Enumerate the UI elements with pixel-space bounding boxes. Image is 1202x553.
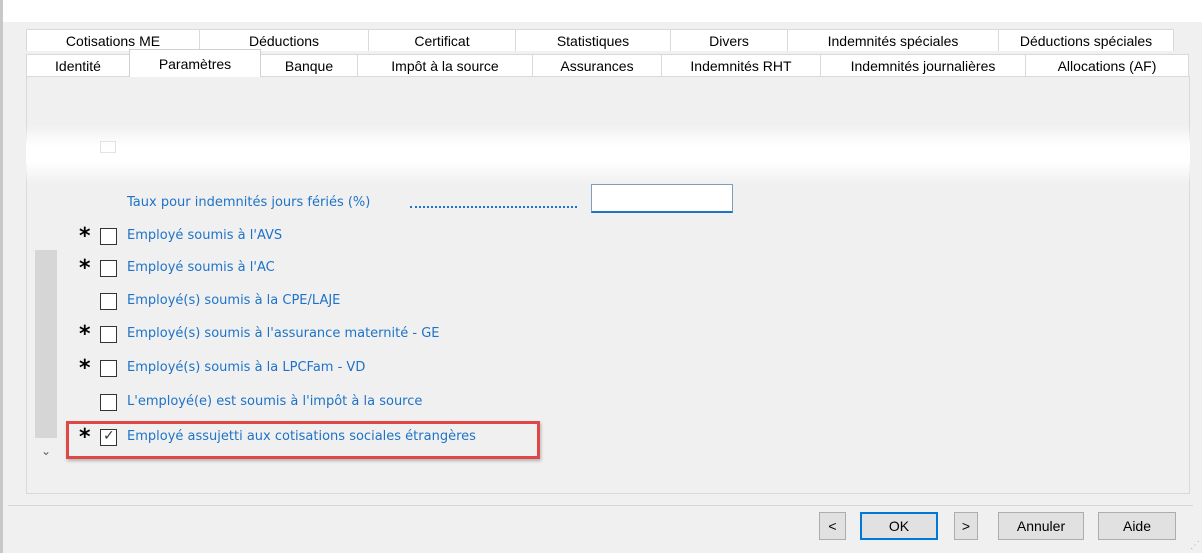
option-label: Employé soumis à l'AVS <box>127 228 283 243</box>
tab-banque[interactable]: Banque <box>260 54 358 76</box>
fade-overlay <box>26 125 1190 185</box>
tab-allocations-af[interactable]: Allocations (AF) <box>1025 54 1189 76</box>
tab-certificat[interactable]: Certificat <box>368 29 516 51</box>
highlight-box <box>66 421 540 459</box>
footer-divider <box>8 505 1193 506</box>
tab-cotisations-me[interactable]: Cotisations ME <box>26 29 200 51</box>
tab-divers[interactable]: Divers <box>670 29 788 51</box>
tab-identite[interactable]: Identité <box>26 54 130 76</box>
required-marker: * <box>79 322 91 347</box>
tab-row-front: Identité Paramètres Banque Impôt à la so… <box>26 49 1189 77</box>
tab-indemnites-journalieres[interactable]: Indemnités journalières <box>820 54 1026 76</box>
resize-grip-icon[interactable]: ⋰ <box>1190 540 1200 551</box>
impot-source-checkbox[interactable] <box>100 394 117 411</box>
holiday-rate-input[interactable] <box>591 184 733 213</box>
tab-indemnites-speciales[interactable]: Indemnités spéciales <box>787 29 999 51</box>
option-maternite-ge[interactable]: * Employé(s) soumis à l'assurance matern… <box>79 323 639 347</box>
faded-checkbox <box>100 141 116 153</box>
option-lpcfam-vd[interactable]: * Employé(s) soumis à la LPCFam - VD <box>79 357 639 381</box>
tab-indemnites-rht[interactable]: Indemnités RHT <box>661 54 821 76</box>
option-cpe-laje[interactable]: Employé(s) soumis à la CPE/LAJE <box>79 290 639 314</box>
tab-statistiques[interactable]: Statistiques <box>515 29 671 51</box>
title-strip <box>0 0 1202 22</box>
help-button[interactable]: Aide <box>1098 512 1176 540</box>
option-label: L'employé(e) est soumis à l'impôt à la s… <box>127 394 423 409</box>
dialog-window: Cotisations ME Déductions Certificat Sta… <box>0 0 1202 553</box>
maternite-ge-checkbox[interactable] <box>100 326 117 343</box>
ok-button[interactable]: OK <box>860 512 938 540</box>
option-label: Employé soumis à l'AC <box>127 260 275 275</box>
next-button[interactable]: > <box>954 512 978 540</box>
cpe-laje-checkbox[interactable] <box>100 293 117 310</box>
tab-row-back: Cotisations ME Déductions Certificat Sta… <box>26 29 1180 51</box>
option-label: Employé(s) soumis à la CPE/LAJE <box>127 293 341 308</box>
previous-button[interactable]: < <box>819 512 846 540</box>
required-marker: * <box>79 356 91 381</box>
option-ac[interactable]: * Employé soumis à l'AC <box>79 257 639 281</box>
vertical-scrollbar[interactable] <box>35 250 57 438</box>
ac-checkbox[interactable] <box>100 260 117 277</box>
scroll-down-icon[interactable]: ⌄ <box>37 444 55 460</box>
tab-impot-a-la-source[interactable]: Impôt à la source <box>357 54 533 76</box>
avs-checkbox[interactable] <box>100 228 117 245</box>
tab-assurances[interactable]: Assurances <box>532 54 662 76</box>
tab-deductions-speciales[interactable]: Déductions spéciales <box>998 29 1174 51</box>
lpcfam-vd-checkbox[interactable] <box>100 360 117 377</box>
required-marker: * <box>79 256 91 281</box>
option-label: Employé(s) soumis à l'assurance maternit… <box>127 326 440 341</box>
tab-parametres[interactable]: Paramètres <box>129 49 261 77</box>
option-label: Employé(s) soumis à la LPCFam - VD <box>127 360 366 375</box>
required-marker: * <box>79 224 91 249</box>
option-avs[interactable]: * Employé soumis à l'AVS <box>79 225 639 249</box>
tab-deductions[interactable]: Déductions <box>199 29 369 51</box>
option-impot-source[interactable]: L'employé(e) est soumis à l'impôt à la s… <box>79 391 639 415</box>
holiday-rate-label: Taux pour indemnités jours fériés (%) <box>127 195 371 210</box>
window-edge <box>0 0 3 553</box>
cancel-button[interactable]: Annuler <box>998 512 1084 540</box>
leader-dots <box>410 206 577 208</box>
